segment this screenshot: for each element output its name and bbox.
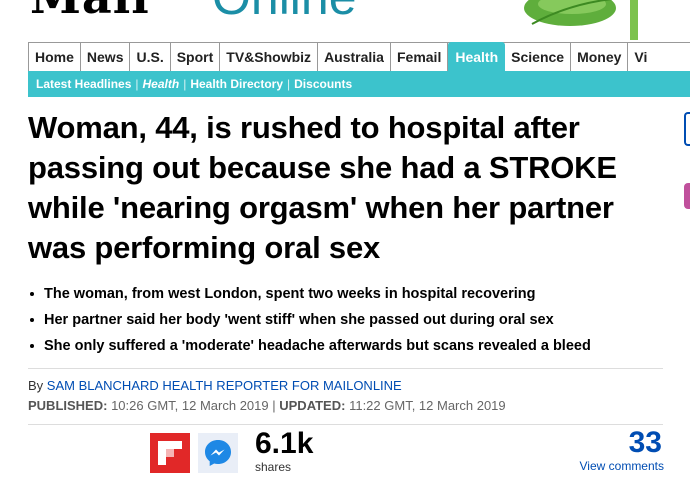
nav-item-home[interactable]: Home bbox=[29, 43, 81, 71]
nav-item-femail[interactable]: Femail bbox=[391, 43, 449, 71]
nav-item-australia[interactable]: Australia bbox=[318, 43, 391, 71]
subnav-health[interactable]: Health bbox=[139, 77, 184, 91]
leaf-decoration-icon bbox=[524, 0, 638, 40]
nav-item-news[interactable]: News bbox=[81, 43, 131, 71]
messenger-share-button[interactable] bbox=[198, 433, 238, 473]
updated-label: UPDATED: bbox=[279, 398, 346, 413]
nav-item-tvshowbiz[interactable]: TV&Showbiz bbox=[220, 43, 319, 71]
updated-value: 11:22 GMT, 12 March 2019 bbox=[349, 398, 506, 413]
secondary-nav: Latest Headlines | Health | Health Direc… bbox=[28, 71, 690, 97]
side-widget-edge bbox=[684, 112, 690, 146]
flipboard-icon bbox=[158, 441, 182, 465]
article-headline: Woman, 44, is rushed to hospital after p… bbox=[28, 110, 617, 265]
subnav-health-directory[interactable]: Health Directory bbox=[186, 77, 287, 91]
subnav-separator: | bbox=[183, 77, 187, 91]
messenger-icon bbox=[205, 440, 231, 466]
view-comments-link[interactable]: View comments bbox=[580, 459, 664, 473]
side-widget-edge bbox=[684, 183, 690, 209]
nav-item-science[interactable]: Science bbox=[505, 43, 572, 71]
share-count: 6.1k bbox=[255, 427, 314, 460]
date-separator: | bbox=[272, 398, 276, 413]
author-link[interactable]: SAM BLANCHARD HEALTH REPORTER FOR MAILON… bbox=[47, 378, 402, 393]
nav-item-video[interactable]: Vi bbox=[628, 43, 653, 71]
divider bbox=[28, 424, 663, 425]
summary-bullet: Her partner said her body 'went stiff' w… bbox=[28, 307, 678, 333]
comment-count[interactable]: 33 bbox=[629, 426, 662, 460]
published-value: 10:26 GMT, 12 March 2019 bbox=[111, 398, 269, 413]
nav-item-money[interactable]: Money bbox=[571, 43, 629, 71]
article-dates: PUBLISHED: 10:26 GMT, 12 March 2019 | UP… bbox=[28, 398, 506, 413]
flipboard-share-button[interactable] bbox=[150, 433, 190, 473]
subnav-latest-headlines[interactable]: Latest Headlines bbox=[32, 77, 135, 91]
subnav-separator: | bbox=[287, 77, 291, 91]
primary-nav: Home News U.S. Sport TV&Showbiz Australi… bbox=[28, 42, 690, 71]
nav-item-sport[interactable]: Sport bbox=[171, 43, 221, 71]
logo-online[interactable]: Online bbox=[212, 0, 357, 22]
summary-bullet: She only suffered a 'moderate' headache … bbox=[28, 333, 678, 359]
byline-prefix: By bbox=[28, 378, 44, 393]
masthead: Mail Online bbox=[0, 0, 690, 40]
summary-bullet: The woman, from west London, spent two w… bbox=[28, 281, 678, 307]
article-summary-list: The woman, from west London, spent two w… bbox=[28, 281, 678, 359]
subnav-discounts[interactable]: Discounts bbox=[290, 77, 356, 91]
logo-mail[interactable]: Mail bbox=[30, 0, 150, 20]
nav-item-us[interactable]: U.S. bbox=[130, 43, 171, 71]
share-count-label: shares bbox=[255, 460, 292, 474]
subnav-separator: | bbox=[135, 77, 139, 91]
divider bbox=[28, 368, 663, 369]
published-label: PUBLISHED: bbox=[28, 398, 108, 413]
nav-item-health[interactable]: Health bbox=[448, 42, 506, 71]
byline: By SAM BLANCHARD HEALTH REPORTER FOR MAI… bbox=[28, 378, 402, 393]
